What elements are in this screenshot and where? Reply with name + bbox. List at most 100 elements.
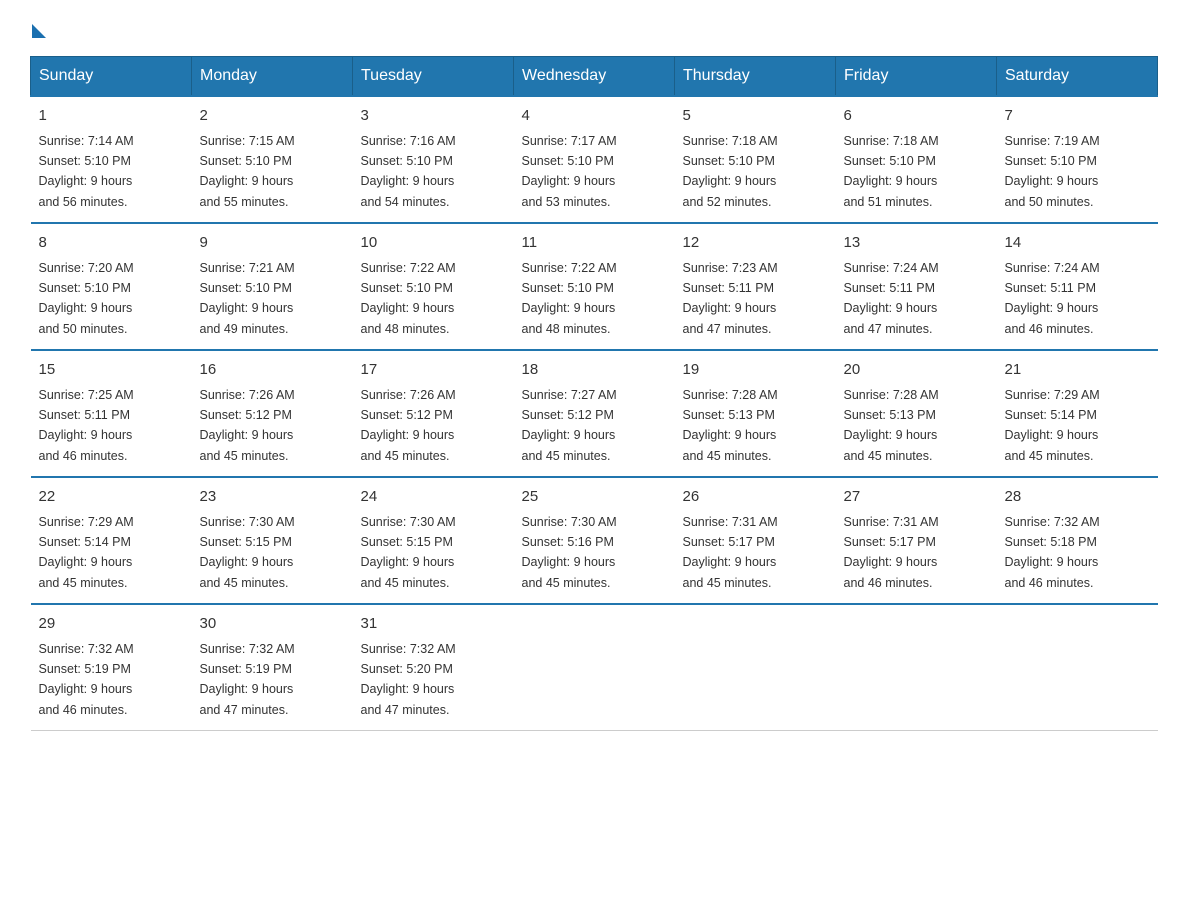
day-number: 27 — [844, 486, 989, 509]
day-number: 23 — [200, 486, 345, 509]
calendar-cell: 6 Sunrise: 7:18 AMSunset: 5:10 PMDaylight… — [836, 96, 997, 223]
calendar-cell: 8 Sunrise: 7:20 AMSunset: 5:10 PMDaylight… — [31, 223, 192, 350]
day-info: Sunrise: 7:20 AMSunset: 5:10 PMDaylight:… — [39, 261, 134, 336]
day-number: 25 — [522, 486, 667, 509]
day-info: Sunrise: 7:19 AMSunset: 5:10 PMDaylight:… — [1005, 134, 1100, 209]
day-info: Sunrise: 7:18 AMSunset: 5:10 PMDaylight:… — [844, 134, 939, 209]
calendar-cell: 26 Sunrise: 7:31 AMSunset: 5:17 PMDayligh… — [675, 477, 836, 604]
weekday-header-thursday: Thursday — [675, 57, 836, 97]
weekday-header-monday: Monday — [192, 57, 353, 97]
calendar-cell: 4 Sunrise: 7:17 AMSunset: 5:10 PMDaylight… — [514, 96, 675, 223]
day-info: Sunrise: 7:24 AMSunset: 5:11 PMDaylight:… — [1005, 261, 1100, 336]
calendar-cell: 2 Sunrise: 7:15 AMSunset: 5:10 PMDaylight… — [192, 96, 353, 223]
calendar-header: SundayMondayTuesdayWednesdayThursdayFrid… — [31, 57, 1158, 97]
calendar-cell: 18 Sunrise: 7:27 AMSunset: 5:12 PMDayligh… — [514, 350, 675, 477]
day-info: Sunrise: 7:31 AMSunset: 5:17 PMDaylight:… — [683, 515, 778, 590]
day-info: Sunrise: 7:22 AMSunset: 5:10 PMDaylight:… — [522, 261, 617, 336]
calendar-cell — [997, 604, 1158, 731]
calendar-cell: 5 Sunrise: 7:18 AMSunset: 5:10 PMDaylight… — [675, 96, 836, 223]
calendar-cell — [675, 604, 836, 731]
day-info: Sunrise: 7:32 AMSunset: 5:18 PMDaylight:… — [1005, 515, 1100, 590]
day-number: 26 — [683, 486, 828, 509]
day-info: Sunrise: 7:30 AMSunset: 5:15 PMDaylight:… — [361, 515, 456, 590]
weekday-header-sunday: Sunday — [31, 57, 192, 97]
day-number: 24 — [361, 486, 506, 509]
day-info: Sunrise: 7:30 AMSunset: 5:16 PMDaylight:… — [522, 515, 617, 590]
calendar-cell: 20Sunrise: 7:28 AMSunset: 5:13 PMDayligh… — [836, 350, 997, 477]
day-info: Sunrise: 7:14 AMSunset: 5:10 PMDaylight:… — [39, 134, 134, 209]
calendar-cell: 3Sunrise: 7:16 AMSunset: 5:10 PMDaylight… — [353, 96, 514, 223]
day-number: 30 — [200, 613, 345, 636]
weekday-header-saturday: Saturday — [997, 57, 1158, 97]
day-number: 16 — [200, 359, 345, 382]
day-info: Sunrise: 7:29 AMSunset: 5:14 PMDaylight:… — [1005, 388, 1100, 463]
calendar-cell — [836, 604, 997, 731]
calendar-cell: 28 Sunrise: 7:32 AMSunset: 5:18 PMDayligh… — [997, 477, 1158, 604]
day-info: Sunrise: 7:17 AMSunset: 5:10 PMDaylight:… — [522, 134, 617, 209]
calendar-body: 1 Sunrise: 7:14 AMSunset: 5:10 PMDaylight… — [31, 96, 1158, 731]
day-info: Sunrise: 7:31 AMSunset: 5:17 PMDaylight:… — [844, 515, 939, 590]
day-number: 4 — [522, 105, 667, 128]
day-number: 21 — [1005, 359, 1150, 382]
calendar-week-3: 15Sunrise: 7:25 AMSunset: 5:11 PMDayligh… — [31, 350, 1158, 477]
day-info: Sunrise: 7:23 AMSunset: 5:11 PMDaylight:… — [683, 261, 778, 336]
calendar-cell: 31Sunrise: 7:32 AMSunset: 5:20 PMDayligh… — [353, 604, 514, 731]
day-info: Sunrise: 7:29 AMSunset: 5:14 PMDaylight:… — [39, 515, 134, 590]
calendar-cell: 30 Sunrise: 7:32 AMSunset: 5:19 PMDayligh… — [192, 604, 353, 731]
day-info: Sunrise: 7:24 AMSunset: 5:11 PMDaylight:… — [844, 261, 939, 336]
day-info: Sunrise: 7:30 AMSunset: 5:15 PMDaylight:… — [200, 515, 295, 590]
day-number: 22 — [39, 486, 184, 509]
day-info: Sunrise: 7:32 AMSunset: 5:19 PMDaylight:… — [200, 642, 295, 717]
day-info: Sunrise: 7:22 AMSunset: 5:10 PMDaylight:… — [361, 261, 456, 336]
calendar-week-1: 1 Sunrise: 7:14 AMSunset: 5:10 PMDaylight… — [31, 96, 1158, 223]
day-number: 28 — [1005, 486, 1150, 509]
day-number: 29 — [39, 613, 184, 636]
day-number: 1 — [39, 105, 184, 128]
day-number: 6 — [844, 105, 989, 128]
day-number: 10 — [361, 232, 506, 255]
page-header — [30, 20, 1158, 36]
calendar-cell: 16 Sunrise: 7:26 AMSunset: 5:12 PMDayligh… — [192, 350, 353, 477]
calendar-cell: 19Sunrise: 7:28 AMSunset: 5:13 PMDayligh… — [675, 350, 836, 477]
day-number: 5 — [683, 105, 828, 128]
calendar-week-4: 22 Sunrise: 7:29 AMSunset: 5:14 PMDayligh… — [31, 477, 1158, 604]
day-number: 13 — [844, 232, 989, 255]
weekday-header-friday: Friday — [836, 57, 997, 97]
calendar-cell: 17Sunrise: 7:26 AMSunset: 5:12 PMDayligh… — [353, 350, 514, 477]
calendar-week-5: 29 Sunrise: 7:32 AMSunset: 5:19 PMDayligh… — [31, 604, 1158, 731]
logo — [30, 20, 46, 36]
day-number: 18 — [522, 359, 667, 382]
day-number: 12 — [683, 232, 828, 255]
calendar-cell: 13 Sunrise: 7:24 AMSunset: 5:11 PMDayligh… — [836, 223, 997, 350]
day-number: 11 — [522, 232, 667, 255]
day-number: 8 — [39, 232, 184, 255]
weekday-header-row: SundayMondayTuesdayWednesdayThursdayFrid… — [31, 57, 1158, 97]
logo-arrow-icon — [32, 24, 46, 38]
weekday-header-tuesday: Tuesday — [353, 57, 514, 97]
day-number: 20 — [844, 359, 989, 382]
calendar-cell: 27 Sunrise: 7:31 AMSunset: 5:17 PMDayligh… — [836, 477, 997, 604]
calendar-table: SundayMondayTuesdayWednesdayThursdayFrid… — [30, 56, 1158, 731]
calendar-cell: 14 Sunrise: 7:24 AMSunset: 5:11 PMDayligh… — [997, 223, 1158, 350]
day-info: Sunrise: 7:26 AMSunset: 5:12 PMDaylight:… — [200, 388, 295, 463]
day-number: 2 — [200, 105, 345, 128]
calendar-cell: 22 Sunrise: 7:29 AMSunset: 5:14 PMDayligh… — [31, 477, 192, 604]
day-info: Sunrise: 7:27 AMSunset: 5:12 PMDaylight:… — [522, 388, 617, 463]
calendar-cell: 1 Sunrise: 7:14 AMSunset: 5:10 PMDaylight… — [31, 96, 192, 223]
day-info: Sunrise: 7:15 AMSunset: 5:10 PMDaylight:… — [200, 134, 295, 209]
calendar-cell: 15Sunrise: 7:25 AMSunset: 5:11 PMDayligh… — [31, 350, 192, 477]
calendar-week-2: 8 Sunrise: 7:20 AMSunset: 5:10 PMDaylight… — [31, 223, 1158, 350]
day-number: 14 — [1005, 232, 1150, 255]
day-info: Sunrise: 7:32 AMSunset: 5:19 PMDaylight:… — [39, 642, 134, 717]
day-info: Sunrise: 7:28 AMSunset: 5:13 PMDaylight:… — [683, 388, 778, 463]
calendar-cell: 9Sunrise: 7:21 AMSunset: 5:10 PMDaylight… — [192, 223, 353, 350]
calendar-cell: 11 Sunrise: 7:22 AMSunset: 5:10 PMDayligh… — [514, 223, 675, 350]
logo-top — [30, 20, 46, 38]
day-number: 31 — [361, 613, 506, 636]
calendar-cell: 24 Sunrise: 7:30 AMSunset: 5:15 PMDayligh… — [353, 477, 514, 604]
day-number: 3 — [361, 105, 506, 128]
calendar-cell: 23 Sunrise: 7:30 AMSunset: 5:15 PMDayligh… — [192, 477, 353, 604]
calendar-cell: 7Sunrise: 7:19 AMSunset: 5:10 PMDaylight… — [997, 96, 1158, 223]
day-info: Sunrise: 7:18 AMSunset: 5:10 PMDaylight:… — [683, 134, 778, 209]
calendar-cell: 21 Sunrise: 7:29 AMSunset: 5:14 PMDayligh… — [997, 350, 1158, 477]
